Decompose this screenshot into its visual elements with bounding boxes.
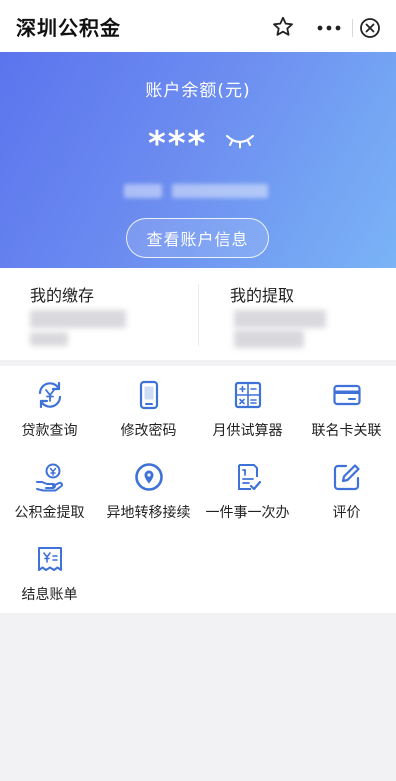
card-icon — [332, 380, 362, 410]
masked-account-info — [124, 184, 162, 198]
service-label: 一件事一次办 — [205, 505, 290, 521]
balance-label: 账户余额(元) — [145, 81, 251, 101]
balance-header: 账户余额(元) *** 查看账户信息 — [0, 52, 396, 268]
service-fund-withdrawal[interactable]: 公积金提取 — [0, 448, 99, 530]
masked-deposit-amount — [30, 310, 126, 328]
service-label: 贷款查询 — [21, 423, 78, 439]
loan-exchange-icon — [35, 380, 65, 410]
masked-withdraw-date — [234, 330, 304, 348]
summary-divider — [198, 284, 199, 346]
service-cobrand-card[interactable]: 联名卡关联 — [297, 366, 396, 448]
service-transfer[interactable]: 异地转移接续 — [99, 448, 198, 530]
service-label: 评价 — [332, 505, 361, 521]
phone-icon — [134, 380, 164, 410]
more-icon[interactable] — [306, 12, 352, 44]
masked-withdraw-amount — [234, 310, 326, 328]
service-change-password[interactable]: 修改密码 — [99, 366, 198, 448]
hand-coin-icon — [35, 462, 65, 492]
withdraw-label[interactable]: 我的提取 — [230, 282, 294, 306]
service-payment-calculator[interactable]: 月供试算器 — [198, 366, 297, 448]
eye-closed-icon[interactable] — [224, 132, 256, 152]
service-grid: 贷款查询 修改密码 月供试算器 联名卡关联 公积金提取 异地转移接续 一件事一次… — [0, 366, 396, 613]
service-one-stop[interactable]: 一件事一次办 — [198, 448, 297, 530]
deposit-label[interactable]: 我的缴存 — [30, 282, 94, 306]
view-account-button[interactable]: 查看账户信息 — [126, 218, 269, 258]
service-label: 公积金提取 — [14, 505, 85, 521]
masked-deposit-date — [30, 332, 68, 346]
service-label: 联名卡关联 — [311, 423, 382, 439]
service-label: 结息账单 — [21, 587, 78, 603]
bill-icon — [35, 544, 65, 574]
close-icon[interactable] — [353, 12, 386, 44]
location-icon — [134, 462, 164, 492]
page-title: 深圳公积金 — [16, 16, 121, 40]
masked-account-info — [172, 184, 268, 198]
service-evaluate[interactable]: 评价 — [297, 448, 396, 530]
navbar: 深圳公积金 — [0, 0, 396, 52]
balance-value: *** — [148, 124, 208, 164]
service-interest-bill[interactable]: 结息账单 — [0, 530, 99, 612]
miniapp-capsule — [306, 12, 386, 44]
summary-panel: 我的缴存 我的提取 — [0, 268, 396, 360]
edit-icon — [332, 462, 362, 492]
service-label: 异地转移接续 — [106, 505, 191, 521]
calculator-icon — [233, 380, 263, 410]
service-loan-query[interactable]: 贷款查询 — [0, 366, 99, 448]
star-icon[interactable] — [270, 14, 296, 40]
service-label: 修改密码 — [120, 423, 177, 439]
service-label: 月供试算器 — [212, 423, 283, 439]
checklist-icon — [233, 462, 263, 492]
